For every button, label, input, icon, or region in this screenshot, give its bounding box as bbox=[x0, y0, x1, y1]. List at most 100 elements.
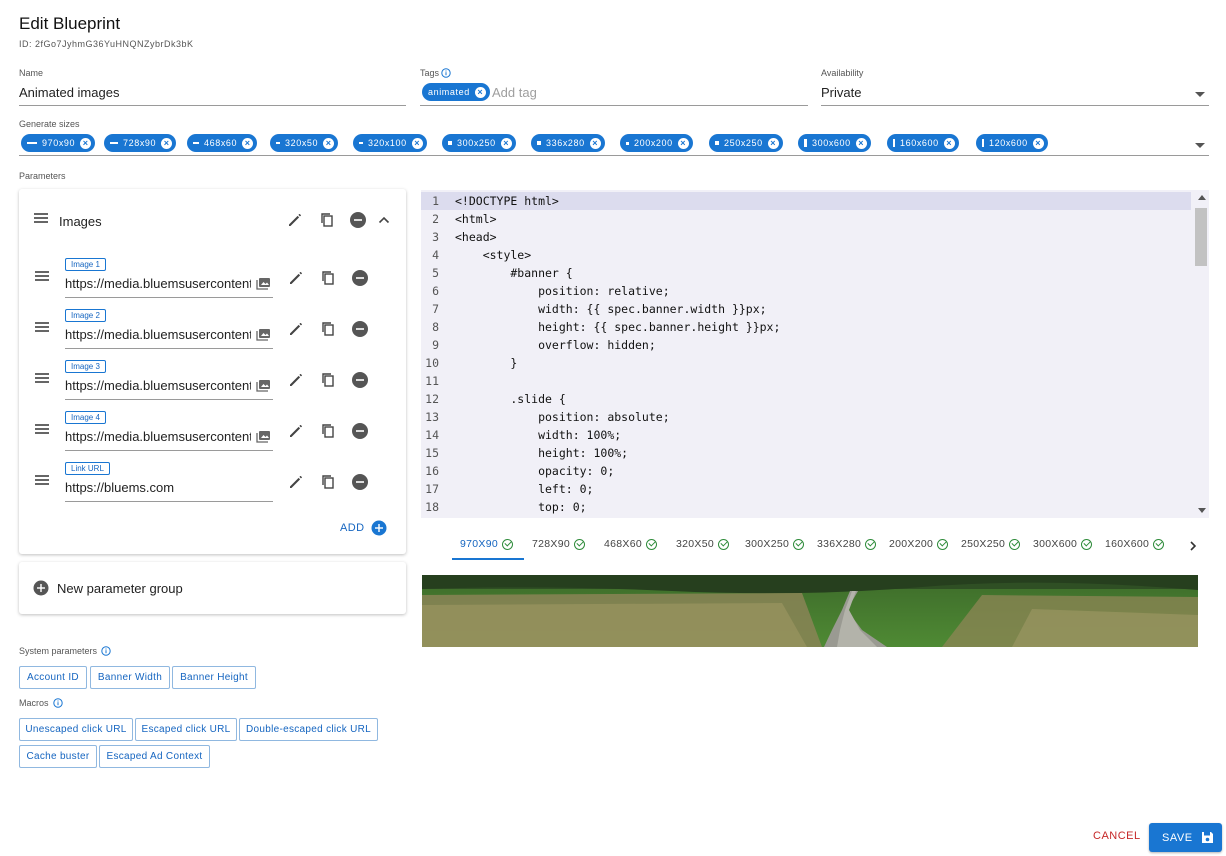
preview-tab[interactable]: 468X60 bbox=[604, 538, 658, 550]
size-chip[interactable]: 200x200 × bbox=[620, 134, 693, 152]
edit-icon[interactable] bbox=[287, 422, 305, 440]
sizes-select[interactable]: 970x90 × 728x90 × 468x60 × 320x50 × 320x100 ×… bbox=[19, 133, 1209, 156]
size-chip[interactable]: 160x600 × bbox=[887, 134, 959, 152]
preview-tab[interactable]: 200X200 bbox=[889, 538, 949, 550]
cancel-button[interactable]: CANCEL bbox=[1093, 830, 1141, 842]
unescaped-click-url-button[interactable]: Unescaped click URL bbox=[19, 718, 133, 741]
double-escaped-click-url-button[interactable]: Double-escaped click URL bbox=[239, 718, 378, 741]
availability-select[interactable]: Private bbox=[821, 84, 1209, 106]
param-value-input[interactable]: https://bluems.com bbox=[65, 480, 251, 495]
param-value-input[interactable]: https://media.bluemsusercontent.com bbox=[65, 327, 251, 342]
param-value-input[interactable]: https://media.bluemsusercontent.com bbox=[65, 378, 251, 393]
floppy-disk-icon bbox=[1201, 832, 1213, 843]
drag-handle-icon[interactable] bbox=[35, 475, 49, 487]
edit-icon[interactable] bbox=[287, 269, 305, 287]
remove-chip-icon[interactable]: × bbox=[242, 137, 254, 149]
preview-tab[interactable]: 320X50 bbox=[676, 538, 730, 550]
remove-chip-icon[interactable]: × bbox=[677, 137, 689, 149]
copy-icon[interactable] bbox=[318, 211, 336, 229]
copy-icon[interactable] bbox=[319, 320, 337, 338]
escaped-ad-context-button[interactable]: Escaped Ad Context bbox=[99, 745, 210, 768]
edit-icon[interactable] bbox=[287, 320, 305, 338]
new-parameter-group-button[interactable]: New parameter group bbox=[19, 562, 406, 614]
size-chip[interactable]: 120x600 × bbox=[976, 134, 1048, 152]
size-chip[interactable]: 468x60 × bbox=[187, 134, 258, 152]
edit-icon[interactable] bbox=[287, 371, 305, 389]
remove-chip-icon[interactable]: × bbox=[411, 137, 423, 149]
size-chip[interactable]: 300x250 × bbox=[442, 134, 516, 152]
drag-handle-icon[interactable] bbox=[35, 373, 49, 385]
remove-chip-icon[interactable]: × bbox=[500, 137, 512, 149]
check-circle-icon bbox=[502, 538, 514, 550]
preview-tab[interactable]: 970X90 bbox=[460, 538, 514, 550]
scroll-down-arrow-icon[interactable] bbox=[1198, 508, 1206, 513]
chevron-up-icon[interactable] bbox=[375, 211, 393, 229]
image-library-icon[interactable] bbox=[256, 380, 270, 392]
drag-handle-icon[interactable] bbox=[34, 213, 48, 225]
preview-tab[interactable]: 300X600 bbox=[1033, 538, 1093, 550]
remove-circle-icon[interactable] bbox=[349, 211, 367, 229]
tag-chip-animated[interactable]: animated × bbox=[422, 83, 490, 101]
size-chip[interactable]: 728x90 × bbox=[104, 134, 177, 152]
edit-icon[interactable] bbox=[286, 211, 304, 229]
copy-icon[interactable] bbox=[319, 371, 337, 389]
check-circle-icon bbox=[1153, 538, 1165, 550]
remove-chip-icon[interactable]: × bbox=[943, 137, 955, 149]
code-line: 16 opacity: 0; bbox=[425, 464, 615, 478]
remove-chip-icon[interactable]: × bbox=[161, 137, 173, 149]
preview-tab[interactable]: 336X280 bbox=[817, 538, 877, 550]
size-chip[interactable]: 300x600 × bbox=[798, 134, 871, 152]
size-chip[interactable]: 320x100 × bbox=[353, 134, 427, 152]
preview-tab[interactable]: 300X250 bbox=[745, 538, 805, 550]
drag-handle-icon[interactable] bbox=[35, 322, 49, 334]
size-chip[interactable]: 250x250 × bbox=[709, 134, 783, 152]
preview-tab[interactable]: 250X250 bbox=[961, 538, 1021, 550]
code-editor[interactable]: 1 <!DOCTYPE html> 2 <html> 3 <head> 4 <styl… bbox=[421, 190, 1209, 518]
add-parameter-button[interactable]: ADD bbox=[340, 520, 387, 536]
banner-height-button[interactable]: Banner Height bbox=[172, 666, 256, 689]
size-chip[interactable]: 320x50 × bbox=[270, 134, 339, 152]
preview-tab[interactable]: 728X90 bbox=[532, 538, 586, 550]
remove-chip-icon[interactable]: × bbox=[80, 137, 92, 149]
account-id-button[interactable]: Account ID bbox=[19, 666, 87, 689]
preview-tab[interactable]: 160X600 bbox=[1105, 538, 1165, 550]
info-icon[interactable] bbox=[441, 68, 451, 78]
image-library-icon[interactable] bbox=[256, 278, 270, 290]
remove-chip-icon[interactable]: × bbox=[767, 137, 779, 149]
cache-buster-button[interactable]: Cache buster bbox=[19, 745, 97, 768]
info-icon[interactable] bbox=[52, 698, 63, 708]
param-value-input[interactable]: https://media.bluemsusercontent.com bbox=[65, 276, 251, 291]
banner-width-button[interactable]: Banner Width bbox=[90, 666, 170, 689]
copy-icon[interactable] bbox=[319, 269, 337, 287]
remove-chip-icon[interactable]: × bbox=[855, 137, 867, 149]
name-input[interactable]: Animated images bbox=[19, 84, 406, 106]
remove-chip-icon[interactable]: × bbox=[589, 137, 601, 149]
size-chip[interactable]: 336x280 × bbox=[531, 134, 605, 152]
copy-icon[interactable] bbox=[319, 473, 337, 491]
remove-circle-icon[interactable] bbox=[351, 473, 369, 491]
remove-circle-icon[interactable] bbox=[351, 371, 369, 389]
copy-icon[interactable] bbox=[319, 422, 337, 440]
info-icon[interactable] bbox=[101, 646, 111, 656]
remove-chip-icon[interactable]: × bbox=[474, 86, 486, 98]
drag-handle-icon[interactable] bbox=[35, 271, 49, 283]
chevron-right-icon[interactable] bbox=[1187, 540, 1199, 552]
escaped-click-url-button[interactable]: Escaped click URL bbox=[135, 718, 237, 741]
save-button[interactable]: SAVE bbox=[1149, 823, 1222, 852]
size-chip[interactable]: 970x90 × bbox=[21, 134, 96, 152]
scroll-up-arrow-icon[interactable] bbox=[1198, 195, 1206, 200]
drag-handle-icon[interactable] bbox=[35, 424, 49, 436]
edit-icon[interactable] bbox=[287, 473, 305, 491]
remove-chip-icon[interactable]: × bbox=[323, 137, 335, 149]
remove-chip-icon[interactable]: × bbox=[1032, 137, 1044, 149]
size-shape-icon bbox=[804, 139, 807, 147]
param-value-input[interactable]: https://media.bluemsusercontent.com bbox=[65, 429, 251, 444]
remove-circle-icon[interactable] bbox=[351, 320, 369, 338]
editor-scrollbar[interactable] bbox=[1195, 190, 1209, 518]
tags-input[interactable]: animated × Add tag bbox=[420, 82, 808, 106]
image-library-icon[interactable] bbox=[256, 431, 270, 443]
remove-circle-icon[interactable] bbox=[351, 269, 369, 287]
scroll-thumb[interactable] bbox=[1195, 208, 1207, 266]
remove-circle-icon[interactable] bbox=[351, 422, 369, 440]
image-library-icon[interactable] bbox=[256, 329, 270, 341]
